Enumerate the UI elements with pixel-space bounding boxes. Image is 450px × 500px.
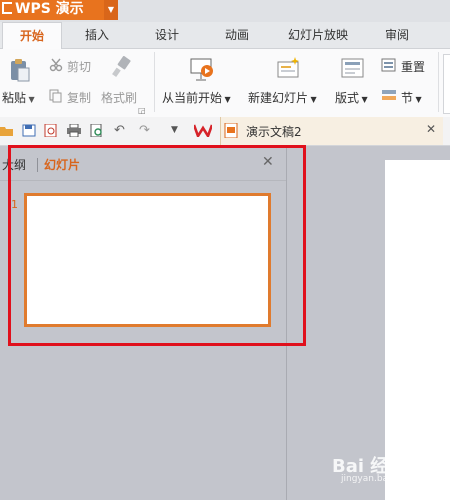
- wps-logo-icon[interactable]: [192, 124, 214, 139]
- app-logo-icon: [2, 2, 12, 14]
- dialog-launcher-icon[interactable]: ◲: [138, 106, 146, 115]
- watermark-url: jingyan.baidu.com: [341, 474, 425, 484]
- document-name: 演示文稿2: [246, 125, 302, 139]
- paste-button[interactable]: 粘贴 ▼: [2, 89, 35, 106]
- tab-review[interactable]: 审阅: [372, 22, 422, 48]
- layout-button[interactable]: 版式 ▼: [335, 89, 368, 106]
- close-icon[interactable]: ✕: [426, 122, 436, 136]
- section-icon: [381, 87, 397, 103]
- tab-home[interactable]: 开始: [2, 22, 62, 50]
- tab-design[interactable]: 设计: [142, 22, 192, 48]
- ribbon-overflow: [443, 54, 450, 114]
- app-title: WPS 演示: [15, 1, 84, 17]
- quick-access-bar: ↶ ↷ ▼ 演示文稿2 ✕: [0, 117, 450, 146]
- slide-canvas[interactable]: [385, 160, 450, 500]
- new-slide-icon: [275, 56, 301, 82]
- slideshow-icon: [189, 56, 215, 82]
- app-menu-button[interactable]: WPS 演示 ▼: [0, 0, 118, 20]
- tab-slideshow[interactable]: 幻灯片放映: [278, 22, 358, 48]
- divider: [438, 52, 439, 112]
- cut-button[interactable]: 剪切: [67, 58, 91, 75]
- chevron-down-icon[interactable]: ▼: [104, 0, 118, 20]
- from-current-button[interactable]: 从当前开始 ▼: [162, 89, 231, 106]
- pdf-icon[interactable]: [44, 123, 58, 138]
- customize-dropdown-icon[interactable]: ▼: [171, 124, 185, 137]
- presentation-file-icon: [224, 122, 238, 139]
- undo-icon[interactable]: ↶: [114, 124, 128, 137]
- document-tab[interactable]: 演示文稿2 ✕: [220, 117, 443, 145]
- section-button[interactable]: 节 ▼: [401, 89, 422, 106]
- highlight-box: [8, 145, 306, 346]
- reset-button[interactable]: 重置: [401, 58, 425, 75]
- redo-icon[interactable]: ↷: [139, 124, 153, 137]
- scissors-icon: [49, 58, 63, 72]
- ribbon-tabs: 开始 插入 设计 动画 幻灯片放映 审阅: [0, 22, 450, 50]
- new-slide-button[interactable]: 新建幻灯片 ▼: [248, 89, 317, 106]
- divider: [154, 52, 155, 112]
- layout-icon: [341, 58, 365, 80]
- save-icon[interactable]: [22, 124, 36, 137]
- format-painter-button[interactable]: 格式刷: [101, 89, 137, 106]
- reset-icon: [381, 57, 397, 73]
- open-folder-icon[interactable]: [0, 124, 14, 137]
- copy-button[interactable]: 复制: [67, 89, 91, 106]
- print-preview-icon[interactable]: [90, 123, 104, 138]
- tab-insert[interactable]: 插入: [72, 22, 122, 48]
- tab-animation[interactable]: 动画: [212, 22, 262, 48]
- print-icon[interactable]: [67, 123, 81, 138]
- paste-icon[interactable]: [8, 58, 30, 82]
- copy-icon: [49, 89, 63, 103]
- brush-icon: [111, 56, 133, 78]
